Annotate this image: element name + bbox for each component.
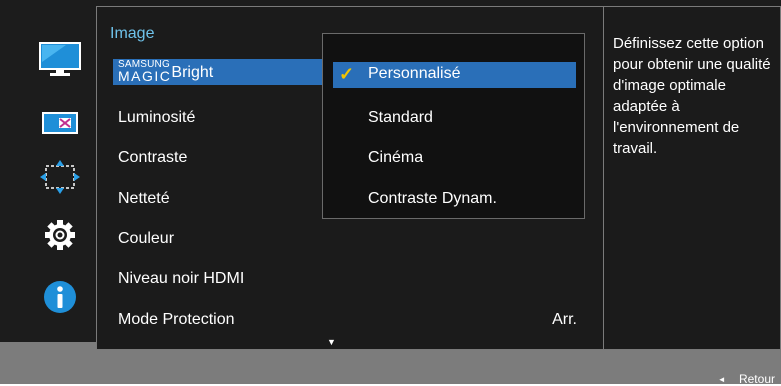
- check-icon: ✓: [339, 64, 355, 84]
- menu-item-luminosite[interactable]: Luminosité: [118, 109, 195, 127]
- menu-item-label: Bright: [171, 64, 214, 81]
- help-text: Définissez cette option pour obtenir une…: [613, 35, 771, 157]
- mode-protection-value: Arr.: [552, 311, 577, 328]
- menu-title: Image: [110, 25, 155, 42]
- left-arrow-icon: ◄: [717, 375, 726, 384]
- option-personnalise[interactable]: ✓ Personnalisé: [333, 62, 576, 88]
- position-icon[interactable]: [30, 160, 90, 194]
- help-panel: Définissez cette option pour obtenir une…: [604, 6, 781, 350]
- picture-size-icon[interactable]: [30, 112, 90, 134]
- gear-icon[interactable]: [30, 218, 90, 252]
- option-contraste-dynam[interactable]: Contraste Dynam.: [368, 190, 497, 208]
- menu-item-couleur[interactable]: Couleur: [118, 230, 174, 248]
- monitor-icon[interactable]: [30, 42, 90, 78]
- info-icon[interactable]: [30, 280, 90, 314]
- menu-item-niveau-noir-hdmi[interactable]: Niveau noir HDMI: [118, 270, 244, 288]
- menu-item-contraste[interactable]: Contraste: [118, 149, 187, 167]
- menu-item-nettete[interactable]: Netteté: [118, 190, 170, 208]
- scroll-down-icon[interactable]: ▼: [327, 337, 336, 347]
- samsung-magic-logo: SAMSUNG MAGIC: [118, 59, 172, 84]
- magicbright-dropdown: ✓ Personnalisé Standard Cinéma Contraste…: [322, 33, 585, 219]
- option-label: Personnalisé: [368, 65, 461, 82]
- option-cinema[interactable]: Cinéma: [368, 149, 423, 167]
- menu-item-mode-protection[interactable]: Mode Protection: [118, 311, 235, 329]
- option-standard[interactable]: Standard: [368, 109, 433, 127]
- menu-item-magicbright[interactable]: SAMSUNG MAGIC Bright: [113, 59, 325, 85]
